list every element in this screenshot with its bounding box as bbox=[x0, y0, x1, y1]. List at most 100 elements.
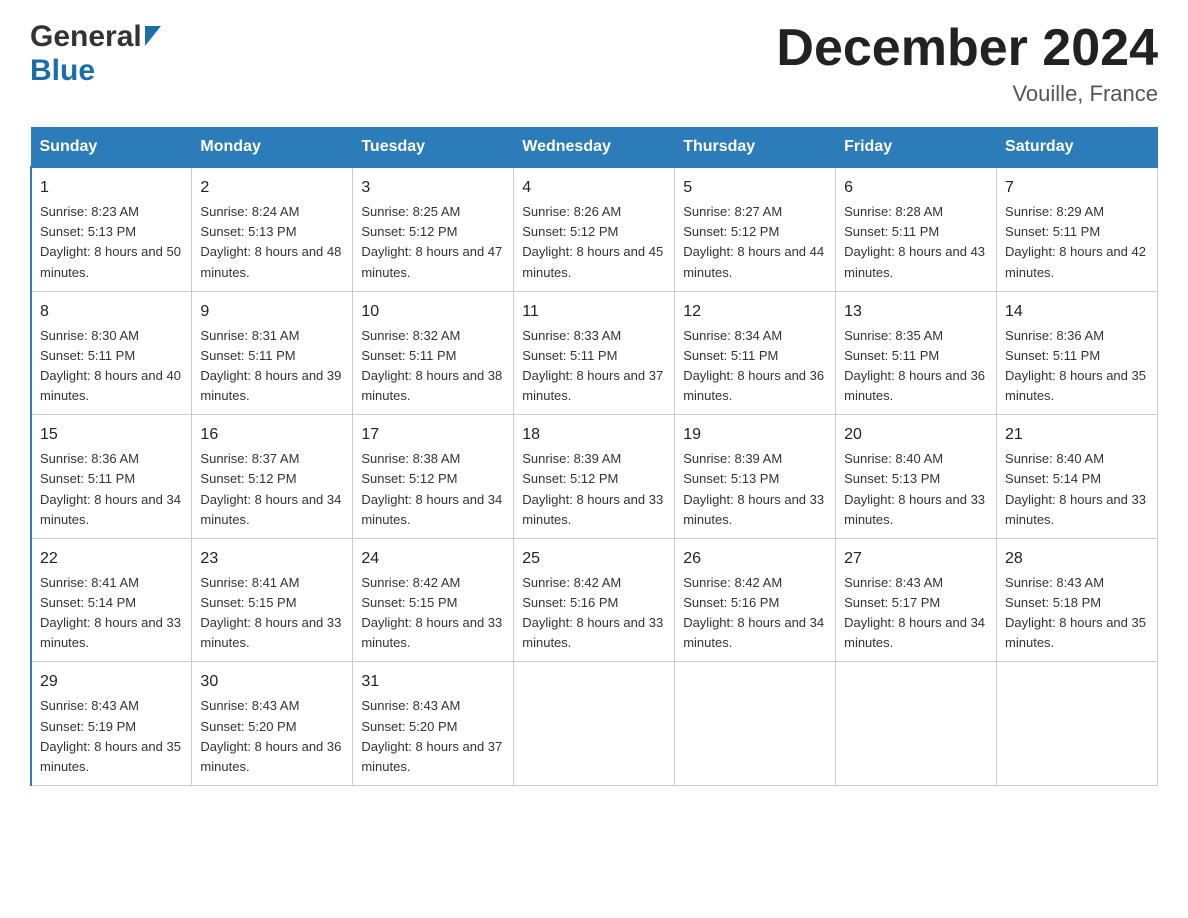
day-cell: 7 Sunrise: 8:29 AMSunset: 5:11 PMDayligh… bbox=[997, 167, 1158, 291]
day-info: Sunrise: 8:36 AMSunset: 5:11 PMDaylight:… bbox=[1005, 328, 1146, 403]
day-number: 4 bbox=[522, 176, 666, 200]
day-cell bbox=[836, 662, 997, 786]
day-cell: 1 Sunrise: 8:23 AMSunset: 5:13 PMDayligh… bbox=[31, 167, 192, 291]
day-header-thursday: Thursday bbox=[675, 128, 836, 168]
day-number: 7 bbox=[1005, 176, 1149, 200]
day-number: 2 bbox=[200, 176, 344, 200]
day-cell: 23 Sunrise: 8:41 AMSunset: 5:15 PMDaylig… bbox=[192, 538, 353, 662]
day-number: 26 bbox=[683, 547, 827, 571]
day-cell: 27 Sunrise: 8:43 AMSunset: 5:17 PMDaylig… bbox=[836, 538, 997, 662]
day-cell: 11 Sunrise: 8:33 AMSunset: 5:11 PMDaylig… bbox=[514, 291, 675, 415]
logo-general-text: General bbox=[30, 20, 142, 54]
day-cell: 19 Sunrise: 8:39 AMSunset: 5:13 PMDaylig… bbox=[675, 415, 836, 539]
day-info: Sunrise: 8:43 AMSunset: 5:20 PMDaylight:… bbox=[200, 698, 341, 773]
day-info: Sunrise: 8:34 AMSunset: 5:11 PMDaylight:… bbox=[683, 328, 824, 403]
month-title: December 2024 bbox=[776, 20, 1158, 77]
logo: General Blue bbox=[30, 20, 161, 88]
day-info: Sunrise: 8:39 AMSunset: 5:13 PMDaylight:… bbox=[683, 451, 824, 526]
day-info: Sunrise: 8:31 AMSunset: 5:11 PMDaylight:… bbox=[200, 328, 341, 403]
day-number: 9 bbox=[200, 300, 344, 324]
day-number: 22 bbox=[40, 547, 183, 571]
day-info: Sunrise: 8:43 AMSunset: 5:20 PMDaylight:… bbox=[361, 698, 502, 773]
day-number: 5 bbox=[683, 176, 827, 200]
day-cell: 16 Sunrise: 8:37 AMSunset: 5:12 PMDaylig… bbox=[192, 415, 353, 539]
day-number: 31 bbox=[361, 670, 505, 694]
day-number: 10 bbox=[361, 300, 505, 324]
week-row-5: 29 Sunrise: 8:43 AMSunset: 5:19 PMDaylig… bbox=[31, 662, 1158, 786]
day-cell: 2 Sunrise: 8:24 AMSunset: 5:13 PMDayligh… bbox=[192, 167, 353, 291]
day-cell: 15 Sunrise: 8:36 AMSunset: 5:11 PMDaylig… bbox=[31, 415, 192, 539]
day-number: 6 bbox=[844, 176, 988, 200]
day-info: Sunrise: 8:35 AMSunset: 5:11 PMDaylight:… bbox=[844, 328, 985, 403]
day-header-saturday: Saturday bbox=[997, 128, 1158, 168]
day-number: 12 bbox=[683, 300, 827, 324]
header-row: SundayMondayTuesdayWednesdayThursdayFrid… bbox=[31, 128, 1158, 168]
day-cell: 26 Sunrise: 8:42 AMSunset: 5:16 PMDaylig… bbox=[675, 538, 836, 662]
day-info: Sunrise: 8:23 AMSunset: 5:13 PMDaylight:… bbox=[40, 204, 181, 279]
day-number: 17 bbox=[361, 423, 505, 447]
day-number: 24 bbox=[361, 547, 505, 571]
day-cell: 6 Sunrise: 8:28 AMSunset: 5:11 PMDayligh… bbox=[836, 167, 997, 291]
day-info: Sunrise: 8:42 AMSunset: 5:16 PMDaylight:… bbox=[683, 575, 824, 650]
day-number: 25 bbox=[522, 547, 666, 571]
day-info: Sunrise: 8:42 AMSunset: 5:15 PMDaylight:… bbox=[361, 575, 502, 650]
day-header-friday: Friday bbox=[836, 128, 997, 168]
day-number: 11 bbox=[522, 300, 666, 324]
day-cell: 5 Sunrise: 8:27 AMSunset: 5:12 PMDayligh… bbox=[675, 167, 836, 291]
day-number: 1 bbox=[40, 176, 183, 200]
day-cell: 13 Sunrise: 8:35 AMSunset: 5:11 PMDaylig… bbox=[836, 291, 997, 415]
day-number: 28 bbox=[1005, 547, 1149, 571]
day-info: Sunrise: 8:43 AMSunset: 5:19 PMDaylight:… bbox=[40, 698, 181, 773]
day-header-monday: Monday bbox=[192, 128, 353, 168]
day-number: 20 bbox=[844, 423, 988, 447]
day-info: Sunrise: 8:41 AMSunset: 5:14 PMDaylight:… bbox=[40, 575, 181, 650]
location: Vouille, France bbox=[776, 81, 1158, 107]
week-row-2: 8 Sunrise: 8:30 AMSunset: 5:11 PMDayligh… bbox=[31, 291, 1158, 415]
day-info: Sunrise: 8:39 AMSunset: 5:12 PMDaylight:… bbox=[522, 451, 663, 526]
day-cell: 20 Sunrise: 8:40 AMSunset: 5:13 PMDaylig… bbox=[836, 415, 997, 539]
day-info: Sunrise: 8:36 AMSunset: 5:11 PMDaylight:… bbox=[40, 451, 181, 526]
day-cell: 14 Sunrise: 8:36 AMSunset: 5:11 PMDaylig… bbox=[997, 291, 1158, 415]
day-info: Sunrise: 8:29 AMSunset: 5:11 PMDaylight:… bbox=[1005, 204, 1146, 279]
day-header-sunday: Sunday bbox=[31, 128, 192, 168]
day-info: Sunrise: 8:32 AMSunset: 5:11 PMDaylight:… bbox=[361, 328, 502, 403]
day-number: 3 bbox=[361, 176, 505, 200]
day-cell: 12 Sunrise: 8:34 AMSunset: 5:11 PMDaylig… bbox=[675, 291, 836, 415]
day-info: Sunrise: 8:26 AMSunset: 5:12 PMDaylight:… bbox=[522, 204, 663, 279]
day-cell bbox=[997, 662, 1158, 786]
day-cell: 18 Sunrise: 8:39 AMSunset: 5:12 PMDaylig… bbox=[514, 415, 675, 539]
day-cell: 17 Sunrise: 8:38 AMSunset: 5:12 PMDaylig… bbox=[353, 415, 514, 539]
day-header-tuesday: Tuesday bbox=[353, 128, 514, 168]
day-number: 13 bbox=[844, 300, 988, 324]
day-cell: 4 Sunrise: 8:26 AMSunset: 5:12 PMDayligh… bbox=[514, 167, 675, 291]
day-number: 8 bbox=[40, 300, 183, 324]
day-number: 29 bbox=[40, 670, 183, 694]
day-cell: 25 Sunrise: 8:42 AMSunset: 5:16 PMDaylig… bbox=[514, 538, 675, 662]
day-number: 27 bbox=[844, 547, 988, 571]
day-info: Sunrise: 8:40 AMSunset: 5:13 PMDaylight:… bbox=[844, 451, 985, 526]
day-number: 16 bbox=[200, 423, 344, 447]
day-info: Sunrise: 8:27 AMSunset: 5:12 PMDaylight:… bbox=[683, 204, 824, 279]
day-number: 21 bbox=[1005, 423, 1149, 447]
day-info: Sunrise: 8:43 AMSunset: 5:17 PMDaylight:… bbox=[844, 575, 985, 650]
logo-blue-text: Blue bbox=[30, 54, 95, 87]
day-info: Sunrise: 8:24 AMSunset: 5:13 PMDaylight:… bbox=[200, 204, 341, 279]
week-row-4: 22 Sunrise: 8:41 AMSunset: 5:14 PMDaylig… bbox=[31, 538, 1158, 662]
day-number: 18 bbox=[522, 423, 666, 447]
day-number: 19 bbox=[683, 423, 827, 447]
day-number: 23 bbox=[200, 547, 344, 571]
day-info: Sunrise: 8:28 AMSunset: 5:11 PMDaylight:… bbox=[844, 204, 985, 279]
day-number: 14 bbox=[1005, 300, 1149, 324]
day-number: 15 bbox=[40, 423, 183, 447]
day-cell: 22 Sunrise: 8:41 AMSunset: 5:14 PMDaylig… bbox=[31, 538, 192, 662]
day-cell: 24 Sunrise: 8:42 AMSunset: 5:15 PMDaylig… bbox=[353, 538, 514, 662]
day-cell: 31 Sunrise: 8:43 AMSunset: 5:20 PMDaylig… bbox=[353, 662, 514, 786]
day-info: Sunrise: 8:30 AMSunset: 5:11 PMDaylight:… bbox=[40, 328, 181, 403]
day-info: Sunrise: 8:38 AMSunset: 5:12 PMDaylight:… bbox=[361, 451, 502, 526]
day-info: Sunrise: 8:41 AMSunset: 5:15 PMDaylight:… bbox=[200, 575, 341, 650]
week-row-3: 15 Sunrise: 8:36 AMSunset: 5:11 PMDaylig… bbox=[31, 415, 1158, 539]
day-number: 30 bbox=[200, 670, 344, 694]
day-cell: 3 Sunrise: 8:25 AMSunset: 5:12 PMDayligh… bbox=[353, 167, 514, 291]
title-section: December 2024 Vouille, France bbox=[776, 20, 1158, 107]
day-cell: 29 Sunrise: 8:43 AMSunset: 5:19 PMDaylig… bbox=[31, 662, 192, 786]
